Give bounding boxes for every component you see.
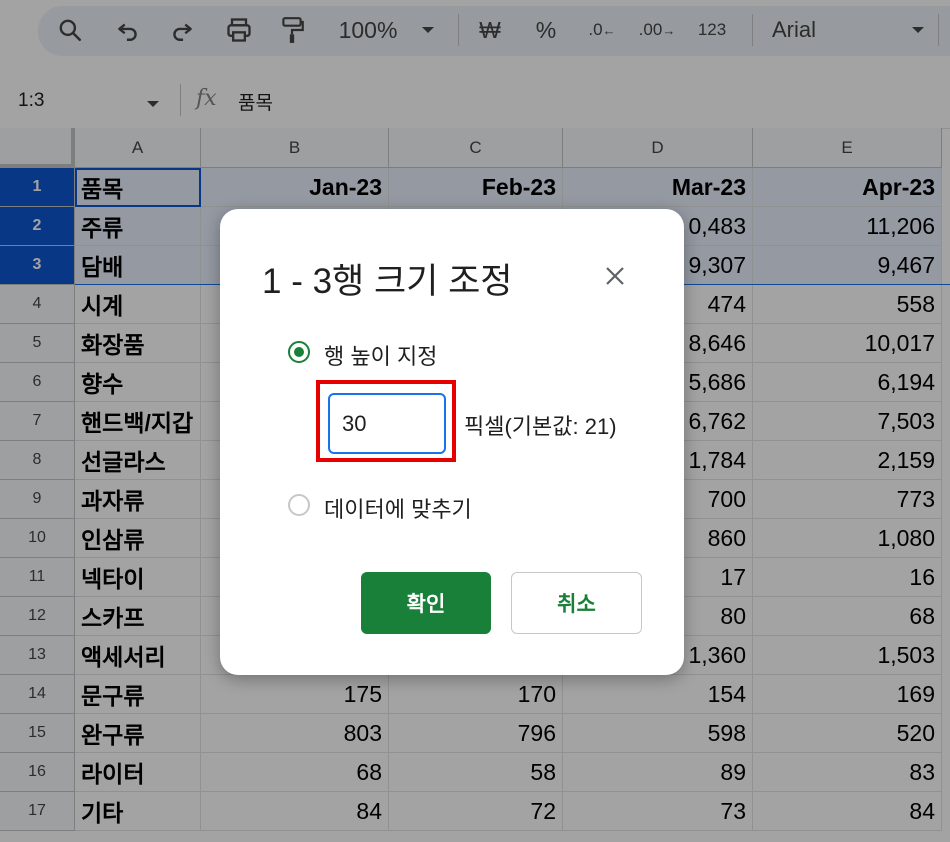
fit-to-data-radio[interactable] — [288, 494, 310, 516]
specify-height-label: 행 높이 지정 — [324, 344, 438, 369]
specify-height-radio[interactable] — [288, 341, 310, 363]
dialog-title: 1 - 3행 크기 조정 — [262, 262, 513, 301]
pixel-unit-label: 픽셀(기본값: 21) — [464, 414, 617, 439]
spreadsheet-app: 100% ₩ % .0 ← .00 → 123 Arial 1:3 fx 품목 … — [0, 0, 950, 842]
fit-to-data-label: 데이터에 맞추기 — [324, 497, 472, 522]
ok-button[interactable]: 확인 — [361, 572, 491, 634]
ok-button-label: 확인 — [406, 593, 446, 616]
cancel-button[interactable]: 취소 — [511, 572, 642, 634]
row-height-input[interactable] — [328, 393, 446, 454]
cancel-button-label: 취소 — [557, 593, 596, 616]
close-icon[interactable] — [600, 261, 630, 291]
